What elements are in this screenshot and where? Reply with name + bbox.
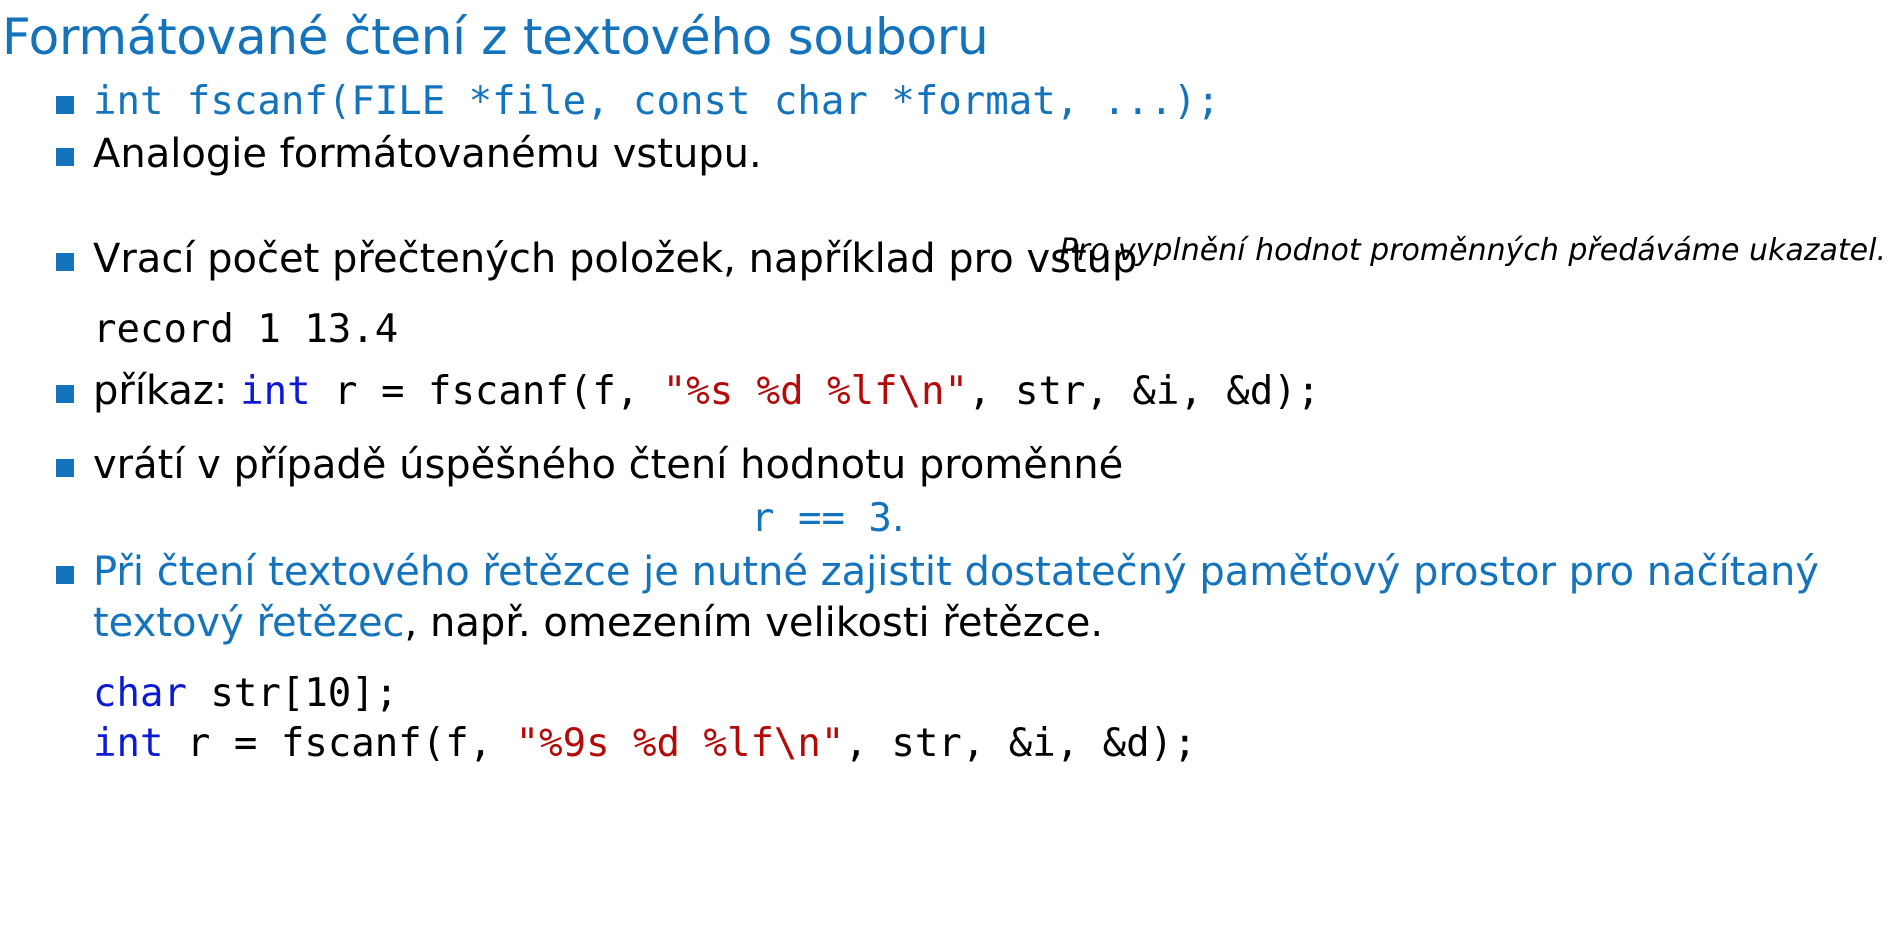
format-string: "%s %d %lf\n" <box>662 369 969 414</box>
code-line-2-a: r = fscanf(f, <box>163 721 516 766</box>
keyword-char: char <box>93 671 187 716</box>
result-text: vrátí v případě úspěšného čtení hodnotu … <box>93 442 1124 488</box>
command-code-a: r = fscanf(f, <box>310 369 663 414</box>
bullet-marker <box>56 566 74 584</box>
bullet-marker <box>56 385 74 403</box>
bullet-marker <box>56 253 74 271</box>
command-code-b: , str, &i, &d); <box>968 369 1321 414</box>
bullet-marker <box>56 459 74 477</box>
code-line-2: int r = fscanf(f, "%9s %d %lf\n", str, &… <box>93 718 1197 769</box>
result-dot: . <box>891 495 905 541</box>
format-string-limited: "%9s %d %lf\n" <box>515 721 845 766</box>
command-label: příkaz: <box>93 368 241 414</box>
analogy-text: Analogie formátovanému vstupu. <box>93 131 762 177</box>
bullet-marker <box>56 96 74 114</box>
page-title: Formátované čtení z textového souboru <box>2 8 989 66</box>
input-example: record 1 13.4 <box>93 307 399 352</box>
warning-line-2-blue: textový řetězec <box>93 600 405 646</box>
code-line-1: char str[10]; <box>93 668 398 719</box>
warning-line-2: textový řetězec, např. omezením velikost… <box>93 598 1103 648</box>
pointer-note: Pro vyplnění hodnot proměnných předáváme… <box>1059 233 1886 268</box>
warning-line-2-rest: , např. omezením velikosti řetězce. <box>404 600 1104 646</box>
keyword-int: int <box>93 721 164 766</box>
code-line-2-b: , str, &i, &d); <box>844 721 1197 766</box>
returns-text: Vrací počet přečtených položek, napříkla… <box>93 236 1138 282</box>
code-line-1-rest: str[10]; <box>186 671 399 716</box>
keyword-int: int <box>240 369 311 414</box>
command-line: příkaz: int r = fscanf(f, "%s %d %lf\n",… <box>93 366 1320 417</box>
fscanf-signature: int fscanf(FILE *file, const char *forma… <box>93 79 1221 124</box>
bullet-marker <box>56 148 74 166</box>
result-value: r == 3. <box>751 493 905 544</box>
warning-line-1: Při čtení textového řetězce je nutné zaj… <box>93 549 1819 595</box>
result-code: r == 3 <box>751 496 892 541</box>
